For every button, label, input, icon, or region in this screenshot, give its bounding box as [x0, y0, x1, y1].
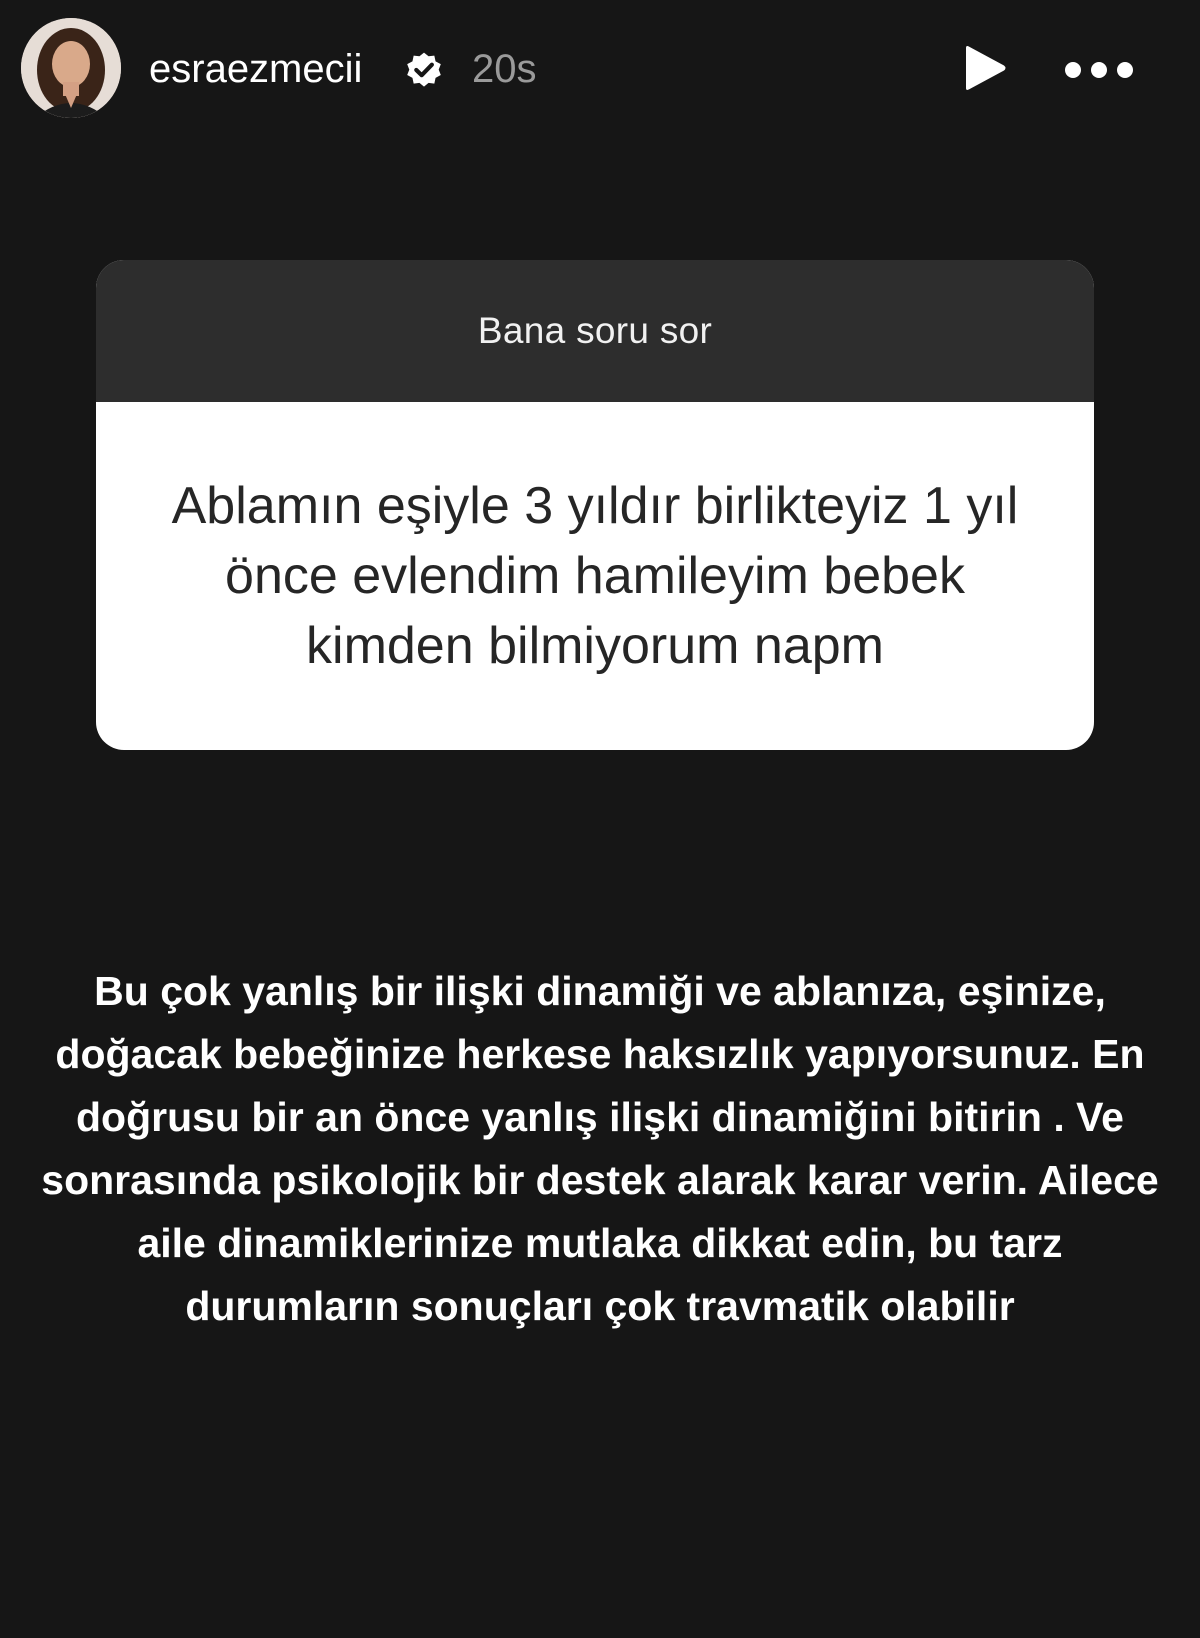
question-text: Ablamın eşiyle 3 yıldır birlikteyiz 1 yı… [171, 477, 1019, 675]
story-header: esraezmecii 20s [0, 0, 1200, 140]
avatar[interactable] [21, 18, 121, 118]
profile-photo [21, 18, 121, 118]
question-sticker-header: Bana soru sor [96, 260, 1094, 402]
question-sticker: Bana soru sor Ablamın eşiyle 3 yıldır bi… [96, 260, 1094, 750]
verified-badge-icon [407, 52, 441, 87]
username[interactable]: esraezmecii [149, 45, 362, 93]
question-sticker-body: Ablamın eşiyle 3 yıldır birlikteyiz 1 yı… [96, 402, 1094, 750]
play-icon[interactable] [960, 44, 1008, 92]
question-sticker-title: Bana soru sor [477, 310, 713, 351]
more-options-icon[interactable] [1063, 52, 1135, 88]
answer-text: Bu çok yanlış bir ilişki dinamiği ve abl… [41, 968, 1159, 1329]
timestamp: 20s [472, 47, 537, 91]
